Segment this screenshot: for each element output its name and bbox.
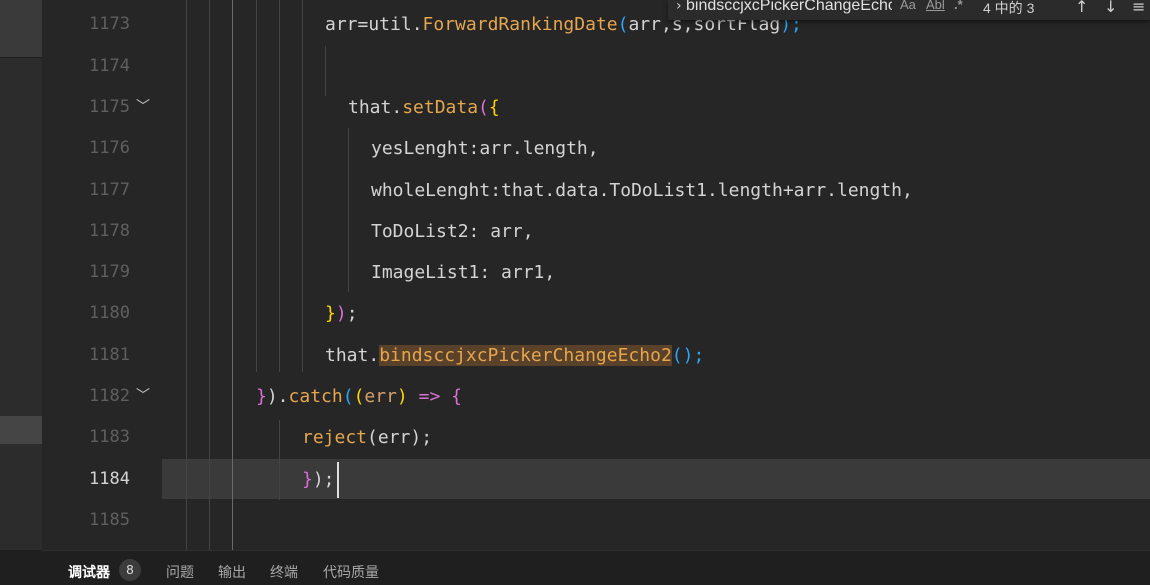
code-line[interactable]: 1185 xyxy=(0,500,1150,541)
code-line[interactable]: 1175 ﹀ that.setData({ xyxy=(0,87,1150,128)
code-text: wholeLenght:that.data.ToDoList1.length+a… xyxy=(371,180,913,201)
arrow-down-icon[interactable]: ↓ xyxy=(1104,0,1117,16)
line-number: 1180 xyxy=(89,303,130,323)
tab-output[interactable]: 输出 xyxy=(218,562,246,582)
code-line[interactable]: 1176 yesLenght:arr.length, xyxy=(0,128,1150,169)
tab-terminal[interactable]: 终端 xyxy=(270,562,298,582)
code-text: that.bindsccjxcPickerChangeEcho2(); xyxy=(325,345,705,366)
chevron-right-icon[interactable]: › xyxy=(676,0,682,14)
find-widget: › bindsccjxcPickerChangeEcho Aa Abl .* 4… xyxy=(668,0,1150,20)
code-line[interactable]: 1183 reject(err); xyxy=(0,417,1150,458)
regex-icon[interactable]: .* xyxy=(954,0,963,12)
line-number: 1181 xyxy=(89,345,130,365)
line-number: 1182 xyxy=(89,386,130,406)
whole-word-icon[interactable]: Abl xyxy=(926,0,945,12)
line-number: 1179 xyxy=(89,262,130,282)
code-text: that.setData({ xyxy=(348,97,500,118)
line-number: 1183 xyxy=(89,427,130,447)
line-number: 1177 xyxy=(89,180,130,200)
code-text: ToDoList2: arr, xyxy=(371,221,534,242)
arrow-up-icon[interactable]: ↑ xyxy=(1075,0,1088,16)
code-text: }); xyxy=(325,303,358,324)
code-text: }); xyxy=(302,469,335,490)
debugger-count-badge: 8 xyxy=(119,559,141,581)
text-cursor xyxy=(337,462,339,498)
code-line[interactable]: 1177 wholeLenght:that.data.ToDoList1.len… xyxy=(0,170,1150,211)
line-number: 1178 xyxy=(89,221,130,241)
menu-icon[interactable]: ≡ xyxy=(1132,0,1145,16)
line-number: 1184 xyxy=(89,469,130,489)
line-number: 1174 xyxy=(89,56,130,76)
code-line[interactable]: 1174 xyxy=(0,46,1150,87)
line-number: 1176 xyxy=(89,138,130,158)
match-case-icon[interactable]: Aa xyxy=(900,0,916,12)
tab-code-quality[interactable]: 代码质量 xyxy=(323,562,379,582)
code-line[interactable]: 1182 ﹀ }).catch((err) => { xyxy=(0,376,1150,417)
find-input[interactable]: bindsccjxcPickerChangeEcho xyxy=(686,0,892,15)
code-line[interactable]: 1180 }); xyxy=(0,293,1150,334)
chevron-down-icon[interactable]: ﹀ xyxy=(136,87,150,128)
code-text: yesLenght:arr.length, xyxy=(371,138,599,159)
code-line-current[interactable]: 1184 }); xyxy=(0,459,1150,500)
search-match-highlight: bindsccjxcPickerChangeEcho2 xyxy=(379,345,672,366)
bottom-panel-tabs: 调试器 8 问题 输出 终端 代码质量 xyxy=(42,550,1150,585)
code-text: reject(err); xyxy=(302,427,433,448)
tab-debugger[interactable]: 调试器 xyxy=(68,562,110,582)
code-line[interactable]: 1179 ImageList1: arr1, xyxy=(0,252,1150,293)
line-number: 1175 xyxy=(89,97,130,117)
line-number: 1173 xyxy=(89,14,130,34)
code-text: ImageList1: arr1, xyxy=(371,262,556,283)
find-result-count: 4 中的 3 xyxy=(983,0,1035,16)
tab-problems[interactable]: 问题 xyxy=(166,562,194,582)
line-number: 1185 xyxy=(89,510,130,530)
code-line[interactable]: 1181 that.bindsccjxcPickerChangeEcho2(); xyxy=(0,335,1150,376)
code-line[interactable]: 1178 ToDoList2: arr, xyxy=(0,211,1150,252)
code-text: }).catch((err) => { xyxy=(256,386,462,407)
chevron-down-icon[interactable]: ﹀ xyxy=(136,376,150,417)
